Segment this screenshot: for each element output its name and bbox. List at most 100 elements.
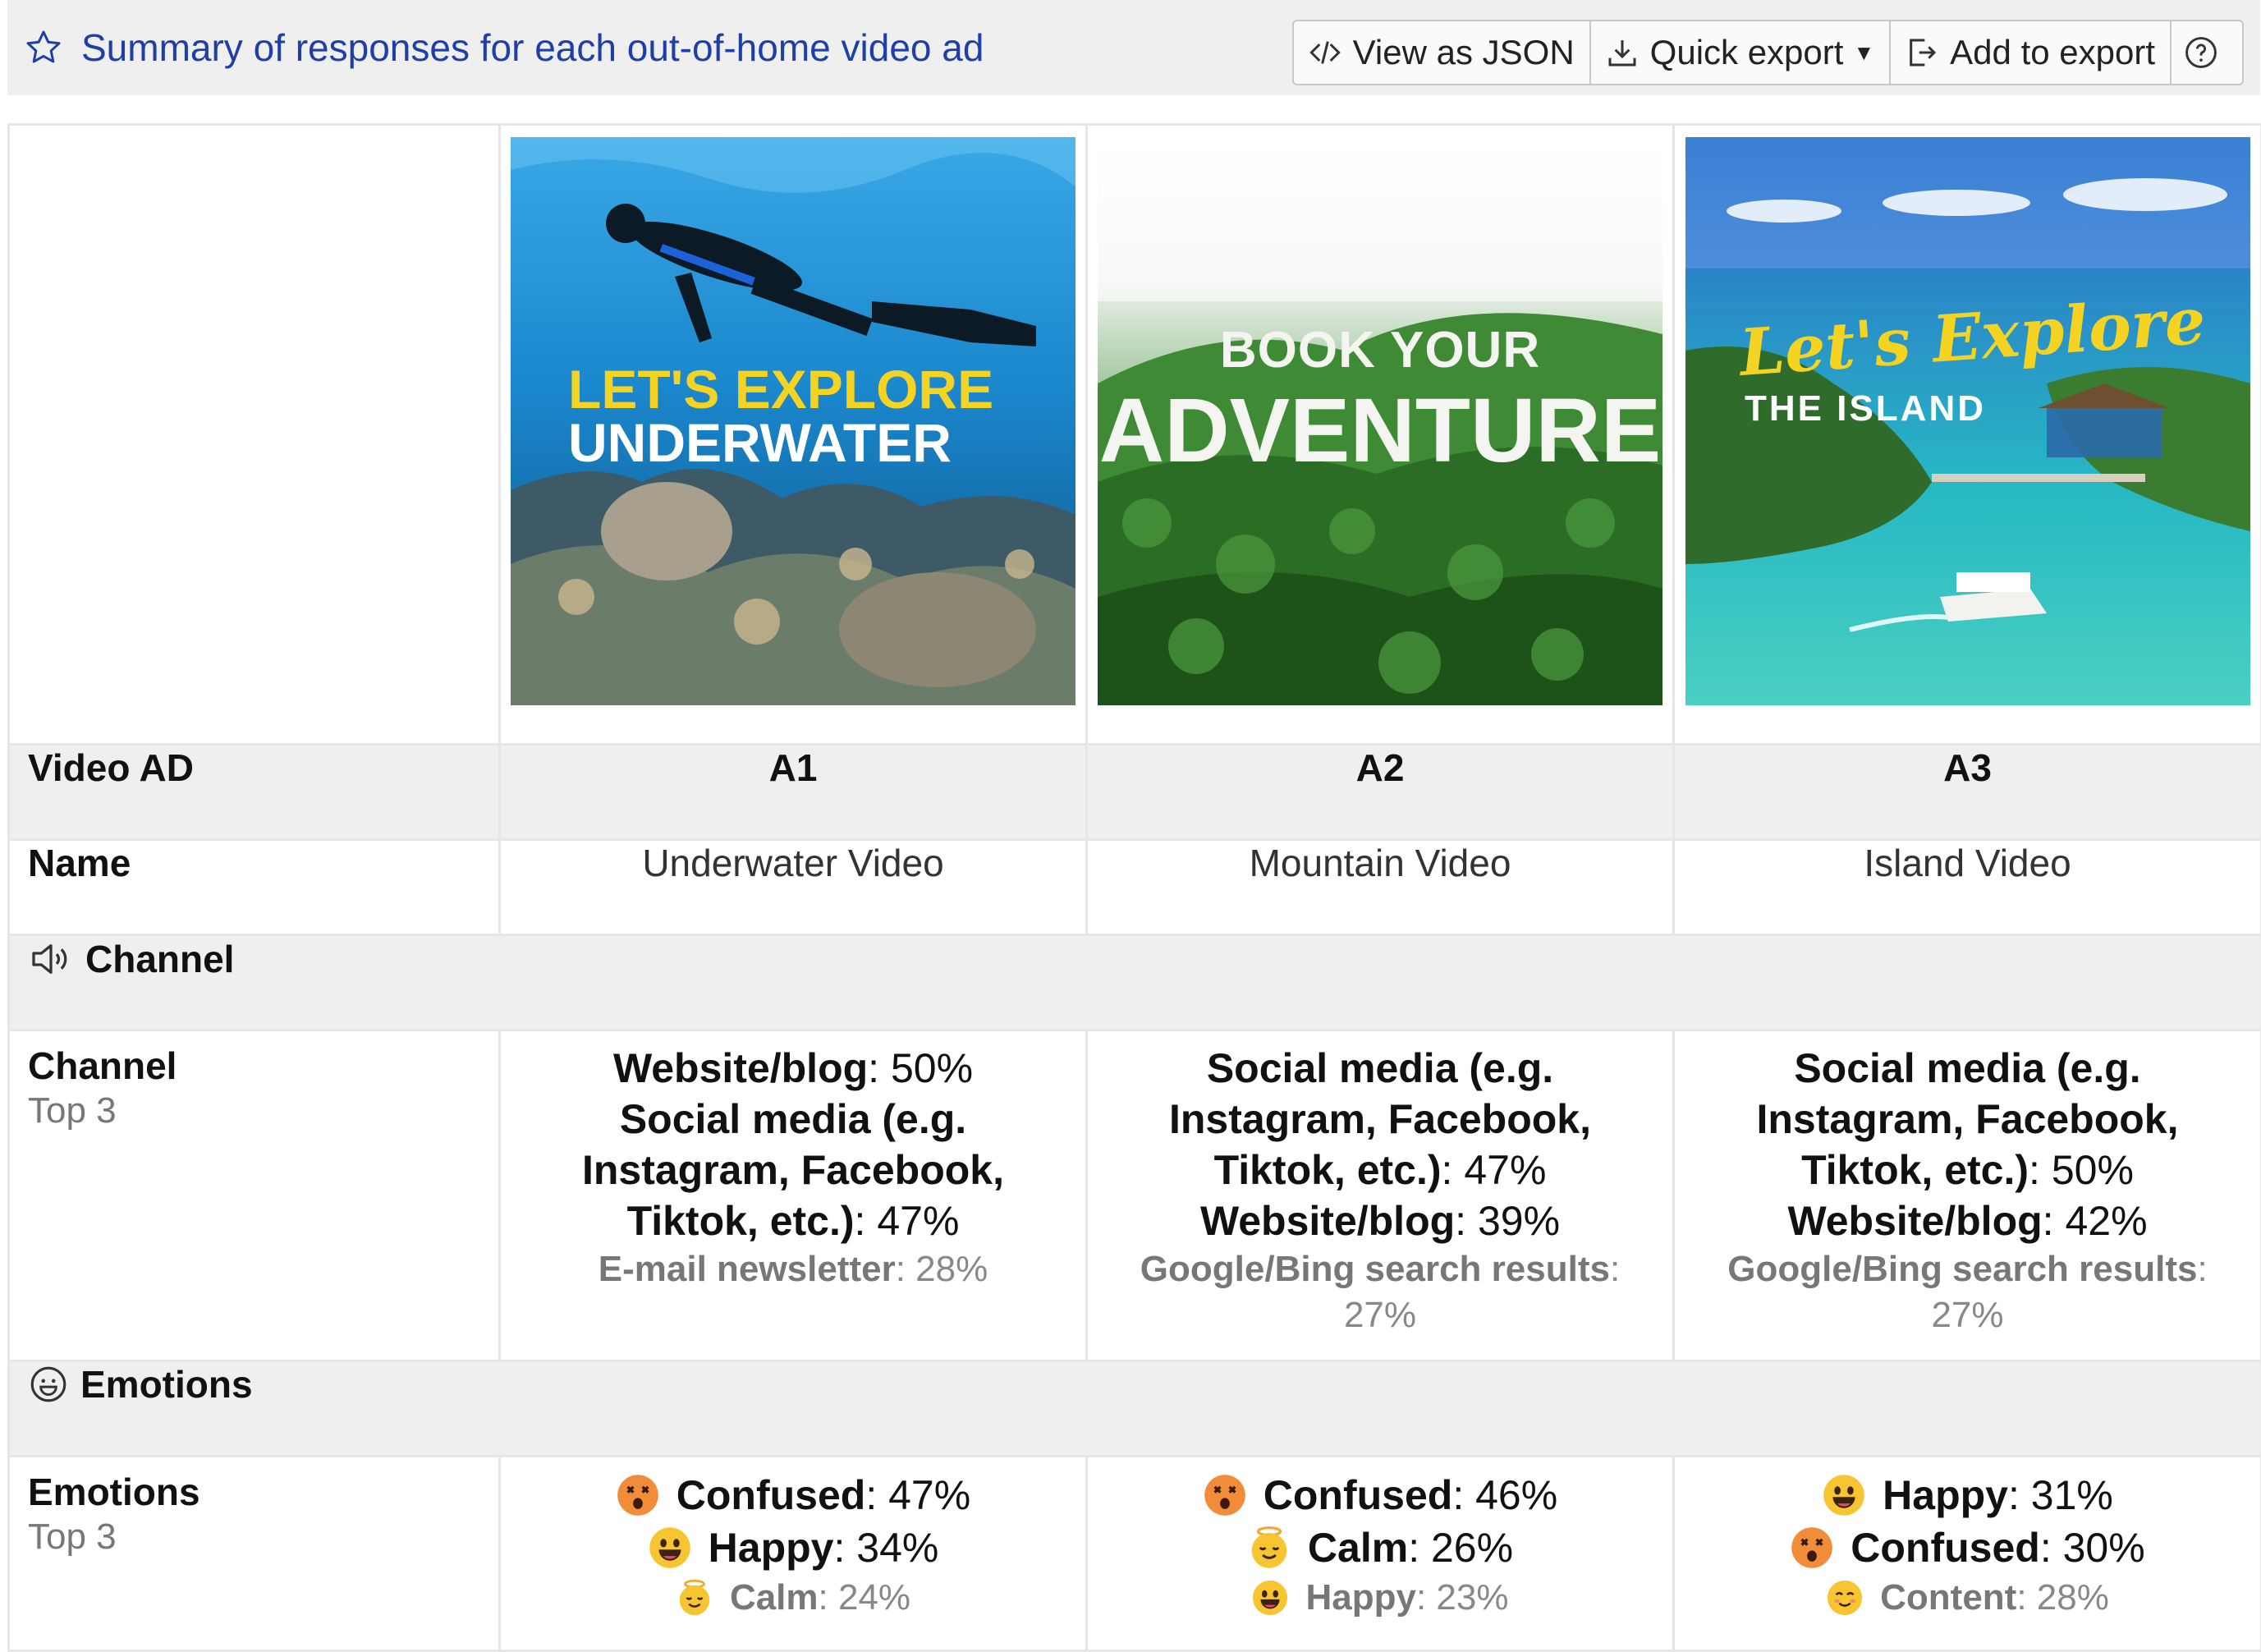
ad-image-cell-a3: Let's Explore THE ISLAND — [1674, 125, 2261, 745]
ad-name-a3: Island Video — [1674, 840, 2261, 935]
confused-emoji-icon — [1790, 1526, 1834, 1570]
ad-name-a1: Underwater Video — [500, 840, 1087, 935]
channel-row: Channel Top 3 Website/blog: 50% Social m… — [9, 1030, 2261, 1361]
add-to-export-label: Add to export — [1950, 33, 2155, 72]
emotion-text: Confused: 47% — [676, 1470, 970, 1521]
channel-entry: Social media (e.g. Instagram, Facebook, … — [1104, 1043, 1656, 1195]
emotion-entry: Calm: 26% — [1104, 1521, 1656, 1574]
emotion-entry: Confused: 30% — [1691, 1521, 2244, 1574]
emotions-cell-a3: Happy: 31%Confused: 30%Content: 28% — [1674, 1457, 2261, 1651]
speaker-icon — [28, 936, 74, 982]
name-label: Name — [9, 840, 500, 935]
emotion-text: Happy: 31% — [1883, 1470, 2113, 1521]
emotions-section-cell: Emotions — [9, 1361, 2261, 1457]
download-icon — [1606, 36, 1639, 69]
ad-a1-headline-1: LET'S EXPLORE — [568, 359, 993, 420]
title-wrap: Summary of responses for each out-of-hom… — [24, 25, 984, 70]
confused-emoji-icon — [616, 1473, 660, 1517]
export-icon — [1906, 36, 1938, 69]
ad-thumbnail-underwater[interactable]: LET'S EXPLORE UNDERWATER — [511, 137, 1075, 705]
emotions-cell-a2: Confused: 46%Calm: 26%Happy: 23% — [1087, 1457, 1674, 1651]
quick-export-label: Quick export — [1650, 33, 1844, 72]
ad-a2-headline-2: ADVENTURE — [1099, 380, 1662, 481]
calm-emoji-icon — [676, 1579, 713, 1617]
page-title: Summary of responses for each out-of-hom… — [81, 25, 984, 70]
ad-thumbnail-island[interactable]: Let's Explore THE ISLAND — [1685, 137, 2250, 705]
channel-cell-a1: Website/blog: 50% Social media (e.g. Ins… — [500, 1030, 1087, 1361]
smiley-icon — [28, 1364, 69, 1405]
emotion-text: Happy: 34% — [709, 1522, 939, 1573]
happy-emoji-icon — [648, 1526, 692, 1570]
help-button[interactable] — [2172, 21, 2242, 84]
ad-id-a1: A1 — [500, 745, 1087, 840]
ad-image-cell-a1: LET'S EXPLORE UNDERWATER — [500, 125, 1087, 745]
report-header: Summary of responses for each out-of-hom… — [7, 0, 2260, 95]
help-icon — [2183, 34, 2219, 71]
channel-entry: Google/Bing search results: 27% — [1104, 1246, 1656, 1338]
emotion-text: Happy: 23% — [1305, 1575, 1508, 1621]
channel-entry: Website/blog: 39% — [1104, 1195, 1656, 1246]
emotions-sublabel: Top 3 — [28, 1515, 480, 1559]
quick-export-button[interactable]: Quick export ▼ — [1591, 21, 1892, 84]
channel-sublabel: Top 3 — [28, 1089, 480, 1133]
channel-section-heading: Channel — [10, 936, 2260, 982]
view-json-label: View as JSON — [1353, 33, 1575, 72]
video-ad-row: Video AD A1 A2 A3 — [9, 745, 2261, 840]
emotion-text: Content: 28% — [1880, 1575, 2109, 1621]
emotions-row: Emotions Top 3 Confused: 47%Happy: 34%Ca… — [9, 1457, 2261, 1651]
emotion-text: Confused: 46% — [1264, 1470, 1557, 1521]
toolbar: View as JSON Quick export ▼ Add to expor… — [1292, 20, 2244, 85]
channel-label: Channel — [28, 1043, 480, 1089]
channel-entry: Website/blog: 42% — [1691, 1195, 2244, 1246]
emotion-entry: Calm: 24% — [517, 1574, 1069, 1622]
star-icon[interactable] — [24, 28, 63, 67]
emotion-text: Calm: 24% — [730, 1575, 910, 1621]
ad-name-a2: Mountain Video — [1087, 840, 1674, 935]
emotion-entry: Confused: 46% — [1104, 1469, 1656, 1521]
empty-corner-cell — [9, 125, 500, 745]
ad-image-cell-a2: BOOK YOUR ADVENTURE — [1087, 125, 1674, 745]
add-to-export-button[interactable]: Add to export — [1891, 21, 2172, 84]
view-json-button[interactable]: View as JSON — [1294, 21, 1591, 84]
channel-entry: Social media (e.g. Instagram, Facebook, … — [1691, 1043, 2244, 1195]
emotion-entry: Confused: 47% — [517, 1469, 1069, 1521]
channel-section-title: Channel — [85, 937, 234, 981]
ad-id-a2: A2 — [1087, 745, 1674, 840]
channel-cell-a2: Social media (e.g. Instagram, Facebook, … — [1087, 1030, 1674, 1361]
images-row: LET'S EXPLORE UNDERWATER — [9, 125, 2261, 745]
emotions-section-row: Emotions — [9, 1361, 2261, 1457]
emotions-section-heading: Emotions — [10, 1362, 2260, 1406]
emotions-label-cell: Emotions Top 3 — [9, 1457, 500, 1651]
emotions-label: Emotions — [28, 1469, 480, 1515]
name-row: Name Underwater Video Mountain Video Isl… — [9, 840, 2261, 935]
happy-emoji-icon — [1822, 1473, 1866, 1517]
channel-label-cell: Channel Top 3 — [9, 1030, 500, 1361]
ad-thumbnail-mountain[interactable]: BOOK YOUR ADVENTURE — [1098, 137, 1662, 705]
emotion-entry: Happy: 31% — [1691, 1469, 2244, 1521]
channel-section-row: Channel — [9, 935, 2261, 1030]
code-icon — [1309, 36, 1341, 69]
channel-cell-a3: Social media (e.g. Instagram, Facebook, … — [1674, 1030, 2261, 1361]
emotions-cell-a1: Confused: 47%Happy: 34%Calm: 24% — [500, 1457, 1087, 1651]
confused-emoji-icon — [1203, 1473, 1247, 1517]
emotion-text: Confused: 30% — [1851, 1522, 2144, 1573]
emotion-entry: Content: 28% — [1691, 1574, 2244, 1622]
emotion-entry: Happy: 34% — [517, 1521, 1069, 1574]
ad-a1-headline-2: UNDERWATER — [568, 412, 952, 473]
channel-section-cell: Channel — [9, 935, 2261, 1030]
ad-a3-headline-2: THE ISLAND — [1745, 388, 1986, 429]
caret-down-icon: ▼ — [1853, 40, 1874, 66]
channel-entry: Google/Bing search results: 27% — [1691, 1246, 2244, 1338]
video-ad-label: Video AD — [9, 745, 500, 840]
emotion-text: Calm: 26% — [1308, 1522, 1513, 1573]
summary-table: LET'S EXPLORE UNDERWATER — [7, 123, 2261, 1652]
emotion-entry: Happy: 23% — [1104, 1574, 1656, 1622]
happy-emoji-icon — [1251, 1579, 1289, 1617]
ad-id-a3: A3 — [1674, 745, 2261, 840]
emotions-section-title: Emotions — [80, 1362, 253, 1406]
channel-entry: Website/blog: 50% — [517, 1043, 1069, 1094]
content-emoji-icon — [1826, 1579, 1864, 1617]
calm-emoji-icon — [1247, 1526, 1291, 1570]
channel-entry: Social media (e.g. Instagram, Facebook, … — [517, 1094, 1069, 1246]
channel-entry: E-mail newsletter: 28% — [517, 1246, 1069, 1292]
